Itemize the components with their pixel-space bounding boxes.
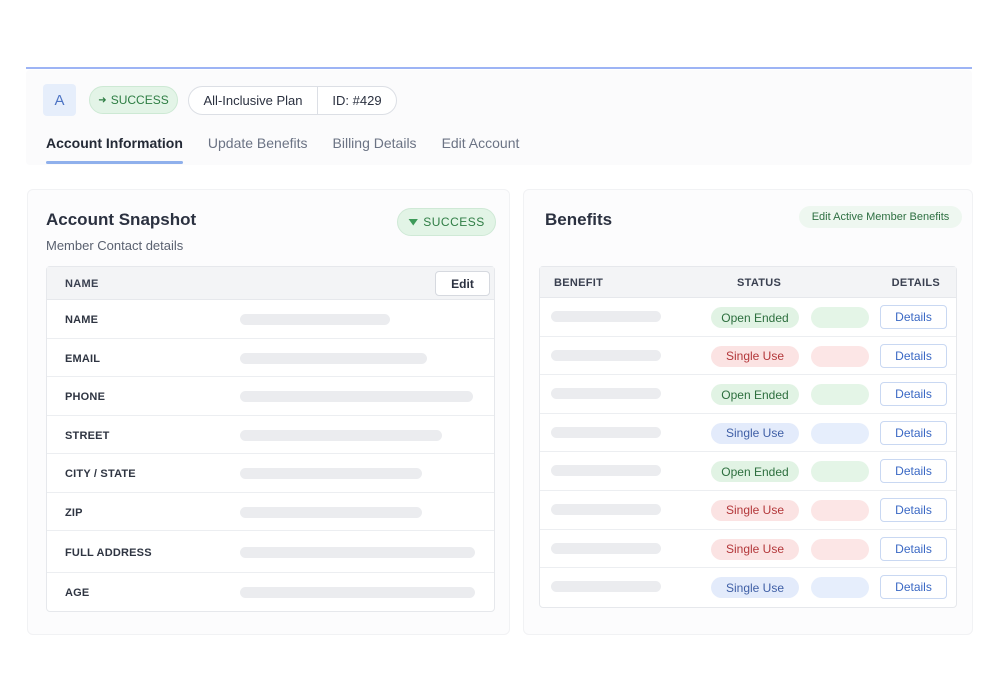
table-row: STREET <box>47 416 494 454</box>
details-button[interactable]: Details <box>880 305 947 329</box>
benefit-placeholder <box>551 581 661 593</box>
snapshot-status-badge: SUCCESS <box>397 208 496 236</box>
value-placeholder <box>240 391 473 402</box>
status-placeholder <box>811 538 869 560</box>
benefit-placeholder <box>551 426 661 438</box>
column-status: STATUS <box>737 277 782 289</box>
benefits-panel: Benefits Edit Active Member Benefits BEN… <box>523 189 973 635</box>
status-badge: Open Ended <box>711 307 799 328</box>
tab-bar: Account Information Update Benefits Bill… <box>46 133 544 165</box>
edit-button[interactable]: Edit <box>435 271 490 296</box>
plan-info: All-Inclusive Plan ID: #429 <box>188 86 397 115</box>
table-row: Single Use Details <box>540 530 956 569</box>
benefits-table: BENEFIT STATUS DETAILS Open Ended Detail… <box>539 266 957 608</box>
status-placeholder <box>811 345 869 367</box>
table-header-name: NAME <box>65 278 99 290</box>
edit-active-member-benefits-button[interactable]: Edit Active Member Benefits <box>799 206 962 228</box>
gem-icon <box>408 218 419 226</box>
field-label-street: STREET <box>65 429 110 442</box>
status-placeholder <box>811 577 869 599</box>
table-row: Open Ended Details <box>540 298 956 337</box>
status-placeholder <box>811 499 869 521</box>
field-label-full-address: FULL ADDRESS <box>65 547 152 559</box>
value-placeholder <box>240 352 427 364</box>
status-placeholder <box>811 307 869 328</box>
table-row: Single Use Details <box>540 414 956 453</box>
field-label-phone: PHONE <box>65 391 106 403</box>
arrow-right-icon: ➜ <box>98 94 107 106</box>
tab-edit-account[interactable]: Edit Account <box>442 133 520 164</box>
table-row: Single Use Details <box>540 491 956 530</box>
benefit-placeholder <box>551 465 661 477</box>
table-header: BENEFIT STATUS DETAILS <box>540 267 956 298</box>
status-badge: Single Use <box>711 499 799 521</box>
value-placeholder <box>240 429 442 441</box>
value-placeholder <box>240 314 390 325</box>
details-button[interactable]: Details <box>880 343 947 368</box>
benefit-placeholder <box>551 503 661 515</box>
table-row: EMAIL <box>47 339 494 377</box>
top-divider <box>26 67 972 69</box>
table-row: CITY / STATE <box>47 454 494 493</box>
status-badge: ➜ SUCCESS <box>89 86 178 114</box>
status-badge: Single Use <box>711 422 799 444</box>
benefit-placeholder <box>551 388 661 400</box>
status-badge: Single Use <box>711 538 799 560</box>
status-badge: Open Ended <box>711 384 799 406</box>
table-row: Open Ended Details <box>540 375 956 414</box>
value-placeholder <box>240 468 422 479</box>
table-row: ZIP <box>47 493 494 531</box>
benefit-placeholder <box>551 311 661 322</box>
details-button[interactable]: Details <box>880 497 947 522</box>
field-label-zip: ZIP <box>65 506 83 519</box>
avatar[interactable]: A <box>43 84 76 116</box>
column-benefit: BENEFIT <box>554 277 604 289</box>
table-row: PHONE <box>47 377 494 416</box>
details-button[interactable]: Details <box>880 382 947 407</box>
table-header: NAME Edit <box>47 267 494 300</box>
table-row: FULL ADDRESS <box>47 531 494 573</box>
table-row: Open Ended Details <box>540 452 956 491</box>
table-row: Single Use Details <box>540 568 956 607</box>
status-placeholder <box>811 384 869 406</box>
table-row: AGE <box>47 573 494 611</box>
details-button[interactable]: Details <box>880 575 947 600</box>
field-label-name: NAME <box>65 314 99 326</box>
benefits-title: Benefits <box>545 210 613 229</box>
benefit-placeholder <box>551 542 661 554</box>
details-button[interactable]: Details <box>880 420 947 445</box>
status-badge-label: SUCCESS <box>110 93 169 107</box>
contact-details-table: NAME Edit NAME EMAIL PHONE STREET CITY /… <box>46 266 495 612</box>
snapshot-status-label: SUCCESS <box>423 215 485 229</box>
benefit-placeholder <box>551 349 661 361</box>
plan-name: All-Inclusive Plan <box>189 87 318 114</box>
table-row: Single Use Details <box>540 337 956 376</box>
details-button[interactable]: Details <box>880 536 947 561</box>
snapshot-subtitle: Member Contact details <box>46 238 184 253</box>
column-details: DETAILS <box>891 277 940 289</box>
status-badge: Open Ended <box>711 461 799 483</box>
value-placeholder <box>240 587 475 598</box>
field-label-city-state: CITY / STATE <box>65 468 136 480</box>
status-badge: Single Use <box>711 577 799 599</box>
status-placeholder <box>811 422 869 444</box>
field-label-age: AGE <box>65 587 90 599</box>
field-label-email: EMAIL <box>65 352 101 365</box>
tab-billing-details[interactable]: Billing Details <box>333 133 417 164</box>
status-placeholder <box>811 461 869 483</box>
value-placeholder <box>240 506 422 518</box>
tab-update-benefits[interactable]: Update Benefits <box>208 133 308 164</box>
account-header: A ➜ SUCCESS All-Inclusive Plan ID: #429 … <box>26 70 972 165</box>
plan-id: ID: #429 <box>332 93 382 108</box>
status-badge: Single Use <box>711 345 799 367</box>
value-placeholder <box>240 547 475 558</box>
account-snapshot-panel: Account Snapshot Member Contact details … <box>27 189 510 635</box>
tab-account-information[interactable]: Account Information <box>46 133 183 164</box>
table-row: NAME <box>47 300 494 339</box>
details-button[interactable]: Details <box>880 459 947 484</box>
snapshot-title: Account Snapshot <box>46 210 197 229</box>
